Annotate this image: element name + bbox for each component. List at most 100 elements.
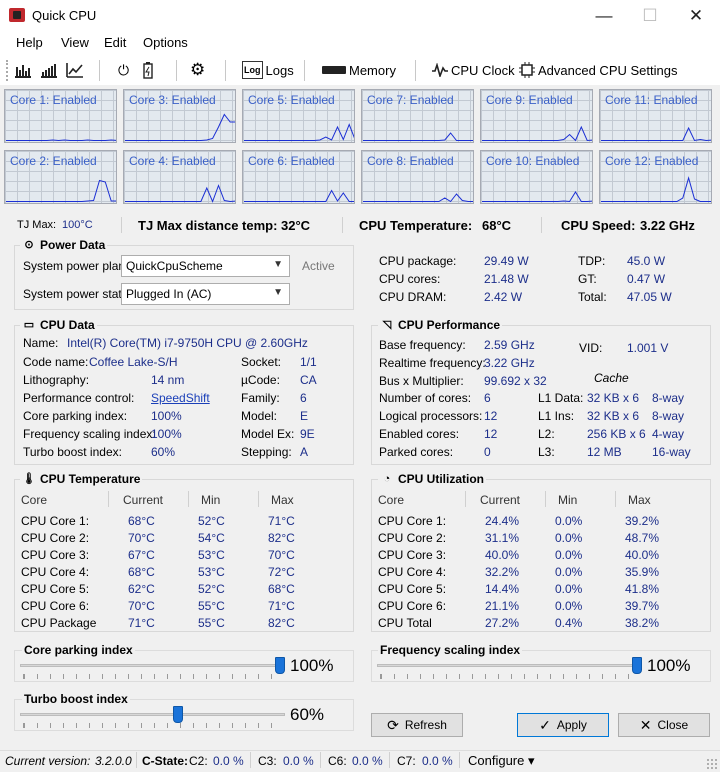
turbo-boost-slider-thumb[interactable] — [173, 706, 183, 723]
graph-view-3-button[interactable] — [66, 60, 84, 80]
performance-control-link[interactable]: SpeedShift — [151, 391, 210, 405]
core-graph: Core 11: Enabled — [599, 89, 712, 143]
cpu-data-label: Core parking index: — [23, 409, 128, 423]
power-metric-value: 47.05 W — [627, 290, 672, 304]
core-graph-label: Core 1: Enabled — [10, 93, 97, 107]
power-metric-value: 29.49 W — [484, 254, 529, 268]
table-cell: 70°C — [128, 599, 155, 613]
table-cell: 0.0% — [555, 548, 583, 562]
cpu-data-value: 100% — [151, 427, 182, 441]
toolbar-separator — [225, 60, 226, 81]
cpu-data-value: 100% — [151, 409, 182, 423]
table-column-header: Current — [480, 493, 521, 507]
table-column-separator — [465, 491, 466, 507]
table-cell: 71°C — [268, 514, 295, 528]
menu-options[interactable]: Options — [143, 35, 188, 50]
settings-button[interactable]: ⚙ — [190, 60, 205, 80]
power-metric-value: 2.42 W — [484, 290, 523, 304]
graph-view-1-button[interactable] — [14, 60, 32, 80]
core-load-line — [363, 132, 473, 141]
cpu-temperature-label: CPU Temperature: — [359, 218, 473, 233]
frequency-scaling-track[interactable] — [377, 664, 642, 667]
apply-button[interactable]: ✓ Apply — [517, 713, 609, 737]
vid-label: VID: — [579, 341, 603, 355]
vid-value: 1.001 V — [627, 341, 669, 355]
c6-value: 0.0 % — [352, 754, 383, 768]
configure-dropdown[interactable]: Configure ▾ — [468, 753, 535, 769]
close-button[interactable]: ✕ Close — [618, 713, 710, 737]
advanced-cpu-settings-button[interactable]: Advanced CPU Settings — [519, 60, 677, 80]
cpu-data-label: Model Ex: — [241, 427, 295, 441]
status-separator — [459, 752, 460, 768]
chevron-down-icon: ▼ — [273, 259, 283, 270]
table-column-separator — [108, 491, 109, 507]
memory-icon — [322, 66, 346, 74]
power-state-label: System power state: — [23, 287, 132, 301]
cpu-performance-label: Parked cores: — [379, 445, 454, 459]
table-row-label: CPU Package — [21, 616, 97, 630]
table-cell: 68°C — [128, 565, 155, 579]
core-parking-slider-thumb[interactable] — [275, 657, 285, 674]
status-separator — [320, 752, 321, 768]
table-column-separator — [615, 491, 616, 507]
chip-icon — [519, 62, 535, 78]
core-graph-label: Core 4: Enabled — [129, 154, 216, 168]
core-graph-label: Core 9: Enabled — [486, 93, 573, 107]
menu-view[interactable]: View — [61, 35, 89, 50]
table-cell: 67°C — [128, 548, 155, 562]
graph-view-2-button[interactable] — [40, 60, 58, 80]
core-load-line — [6, 179, 116, 202]
close-icon: ✕ — [639, 716, 652, 733]
table-cell: 0.0% — [555, 565, 583, 579]
minimize-button[interactable]: — — [581, 0, 627, 31]
cpu-data-label: Family: — [241, 391, 280, 405]
cpu-performance-label: Number of cores: — [379, 391, 472, 405]
cpu-data-label: Turbo boost index: — [23, 445, 122, 459]
cpu-data-label: Code name: — [23, 355, 89, 369]
toolbar-grip — [6, 60, 8, 81]
maximize-button[interactable]: ☐ — [627, 0, 673, 31]
menu-edit[interactable]: Edit — [104, 35, 126, 50]
battery-button[interactable] — [143, 60, 153, 80]
cpu-data-value: E — [300, 409, 309, 423]
power-state-select[interactable]: Plugged In (AC) ▼ — [121, 283, 290, 305]
monitor-icon: ▭ — [23, 319, 35, 331]
app-logo-icon — [9, 8, 25, 22]
table-row-label: CPU Core 6: — [378, 599, 447, 613]
table-cell: 0.0% — [555, 582, 583, 596]
line-chart-icon — [66, 63, 83, 78]
table-cell: 52°C — [198, 514, 225, 528]
power-button[interactable]: ⏻ — [118, 60, 129, 80]
cache-level-label: L1 Ins: — [538, 409, 575, 423]
c3-label: C3: — [258, 754, 277, 768]
core-load-line — [482, 191, 592, 203]
logs-button[interactable]: Log Logs — [242, 60, 294, 80]
table-cell: 55°C — [198, 599, 225, 613]
cpu-data-value: 9E — [300, 427, 315, 441]
cpu-speed-label: CPU Speed: — [561, 218, 636, 233]
core-parking-track[interactable] — [20, 664, 285, 667]
refresh-button[interactable]: ⟳ Refresh — [371, 713, 463, 737]
c2-value: 0.0 % — [213, 754, 244, 768]
logs-label: Logs — [265, 62, 294, 78]
thermometer-icon: 🌡 — [22, 473, 36, 485]
close-window-button[interactable]: ✕ — [673, 0, 719, 31]
table-column-separator — [545, 491, 546, 507]
frequency-scaling-value: 100% — [647, 656, 691, 675]
tjmax-value: 100°C — [62, 219, 93, 231]
cpu-clock-button[interactable]: CPU Clock — [432, 60, 515, 80]
pulse-icon — [432, 63, 448, 77]
menu-help[interactable]: Help — [16, 35, 43, 50]
table-column-header: Max — [628, 493, 651, 507]
core-graph-label: Core 3: Enabled — [129, 93, 216, 107]
core-parking-value: 100% — [290, 656, 334, 675]
cache-label: Cache — [594, 371, 629, 385]
resize-grip-icon[interactable] — [706, 758, 718, 770]
turbo-boost-track[interactable] — [20, 713, 285, 716]
table-cell: 38.2% — [625, 616, 660, 630]
table-row-label: CPU Core 4: — [21, 565, 90, 579]
toolbar-separator — [415, 60, 416, 81]
memory-button[interactable]: Memory — [322, 60, 396, 80]
frequency-scaling-slider-thumb[interactable] — [632, 657, 642, 674]
power-plan-select[interactable]: QuickCpuScheme ▼ — [121, 255, 290, 277]
